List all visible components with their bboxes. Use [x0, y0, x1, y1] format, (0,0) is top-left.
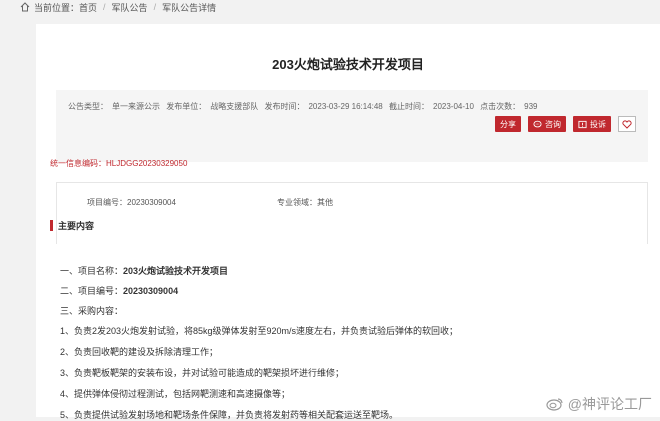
- type-value: 单一来源公示: [112, 102, 160, 111]
- content-line: 5、负责提供试验发射场地和靶场条件保障，并负责将发射药等相关配套运送至靶场。: [60, 410, 399, 420]
- section-heading: 主要内容: [50, 219, 94, 232]
- section-title: 主要内容: [58, 221, 95, 231]
- type-label: 公告类型：: [68, 102, 108, 111]
- field-value: 其他: [317, 198, 333, 207]
- breadcrumb: 当前位置： 首页 / 军队公告 / 军队公告详情: [0, 0, 660, 14]
- field: 专业领域：其他: [277, 197, 333, 208]
- breadcrumb-prefix: 当前位置：: [34, 2, 80, 13]
- content-line: 3、负责靶板靶架的安装布设，并对试验可能造成的靶架损坏进行维修；: [60, 368, 345, 378]
- action-bar: 分享 咨询 投诉: [495, 116, 636, 132]
- project-no-value: 20230309004: [127, 198, 176, 207]
- info-box: 项目编号：20230309004 专业领域：其他: [56, 182, 648, 244]
- unified-code-value: HLJDGG20230329050: [106, 159, 188, 168]
- content-item-scope: 三、采购内容：: [60, 306, 124, 316]
- unit-label: 发布单位：: [166, 102, 207, 111]
- deadline-value: 2023-04-10: [433, 102, 474, 111]
- content-line: 2、负责回收靶的建设及拆除清理工作；: [60, 347, 219, 357]
- heart-icon: [622, 119, 632, 129]
- item-value: 20230309004: [123, 286, 179, 296]
- page-title: 203火炮试验技术开发项目: [272, 57, 424, 72]
- item-value: 203火炮试验技术开发项目: [123, 266, 229, 276]
- home-icon: [20, 2, 30, 12]
- chat-icon: [533, 120, 542, 127]
- complaint-button[interactable]: 投诉: [573, 116, 611, 132]
- publish-label: 发布时间：: [264, 102, 305, 111]
- clicks-value: 939: [524, 102, 538, 111]
- publish-value: 2023-03-29 16:14:48: [308, 102, 383, 111]
- content-line: 4、提供弹体侵彻过程测试，包括网靶测速和高速摄像等；: [60, 389, 291, 399]
- complaint-label: 投诉: [590, 119, 606, 129]
- deadline-label: 截止时间：: [389, 102, 429, 111]
- unit-value: 战略支援部队: [210, 102, 259, 111]
- favorite-button[interactable]: [618, 116, 636, 132]
- consult-button[interactable]: 咨询: [528, 116, 566, 132]
- project-no-label: 项目编号：: [87, 198, 127, 207]
- weibo-logo-icon: [546, 398, 563, 411]
- breadcrumb-home[interactable]: 首页: [79, 1, 97, 14]
- meta-line: 公告类型： 单一来源公示 发布单位： 战略支援部队 发布时间： 2023-03-29 …: [68, 101, 542, 112]
- breadcrumb-separator: /: [153, 2, 157, 12]
- breadcrumb-current: 军队公告详情: [162, 2, 217, 13]
- content-line: 1、负责2发203火炮发射试验，将85kg级弹体发射至920m/s速度左右，并负…: [60, 326, 459, 336]
- unified-code: 统一信息编码：HLJDGG20230329050: [50, 158, 187, 169]
- notice-card: 203火炮试验技术开发项目 公告类型： 单一来源公示 发布单位： 战略支援部队 发布…: [36, 24, 660, 420]
- content-item-name: 一、项目名称：203火炮试验技术开发项目: [60, 264, 228, 277]
- meta-box: 公告类型： 单一来源公示 发布单位： 战略支援部队 发布时间： 2023-03-29 …: [56, 90, 648, 162]
- consult-label: 咨询: [545, 119, 561, 129]
- watermark-text: @神评论工厂: [567, 396, 652, 412]
- clicks-label: 点击次数：: [480, 102, 521, 111]
- breadcrumb-military-notices[interactable]: 军队公告: [112, 1, 148, 14]
- item-prefix: 二、项目编号：: [60, 286, 124, 296]
- breadcrumb-separator: /: [103, 2, 106, 12]
- section-accent-bar: [50, 220, 53, 231]
- report-icon: [578, 120, 587, 128]
- share-label: 分享: [500, 119, 516, 129]
- watermark: @神评论工厂: [546, 394, 652, 414]
- share-button[interactable]: 分享: [495, 116, 521, 132]
- project-no: 项目编号：20230309004: [87, 197, 176, 208]
- unified-code-label: 统一信息编码：: [50, 159, 106, 168]
- field-label: 专业领域：: [277, 198, 317, 207]
- content-item-number: 二、项目编号：20230309004: [60, 284, 178, 297]
- item-prefix: 一、项目名称：: [60, 266, 124, 276]
